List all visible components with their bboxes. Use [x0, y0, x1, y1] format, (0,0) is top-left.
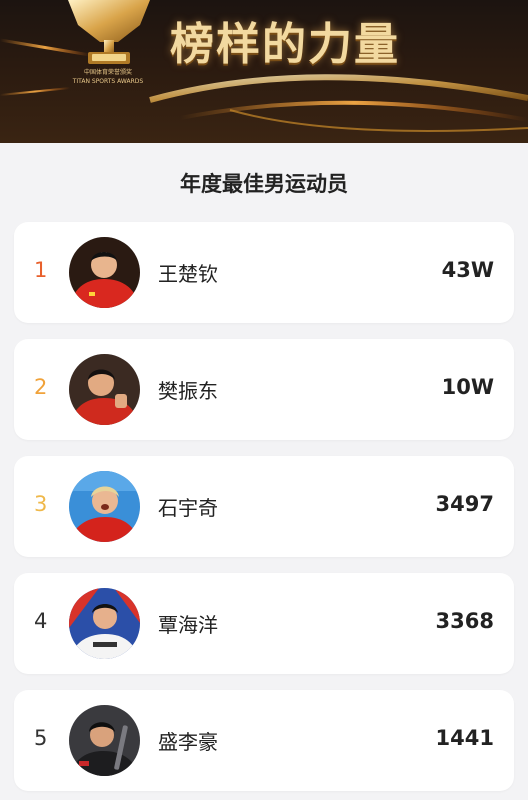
- vote-count: 1441: [435, 726, 494, 750]
- rank-number: 4: [34, 609, 48, 633]
- ranking-item-2[interactable]: 2 樊振东 10W: [14, 339, 514, 440]
- trophy-caption-cn: 中国体育荣誉颁奖: [83, 69, 132, 76]
- vote-count: 43W: [441, 258, 494, 282]
- vote-count: 3497: [435, 492, 494, 516]
- banner-title: 榜样的力量: [170, 19, 400, 70]
- section-title: 年度最佳男运动员: [180, 172, 348, 196]
- vote-count: 10W: [441, 375, 494, 399]
- rank-number: 1: [34, 258, 48, 282]
- trophy-caption-en: TITAN SPORTS AWARDS: [72, 78, 144, 85]
- ranking-item-3[interactable]: 3 石宇奇 3497: [14, 456, 514, 557]
- rank-number: 5: [34, 726, 48, 750]
- athlete-avatar: [69, 705, 140, 776]
- athlete-avatar: [69, 588, 140, 659]
- rank-number: 3: [34, 492, 48, 516]
- ranking-item-4[interactable]: 4 覃海洋 3368: [14, 573, 514, 674]
- rank-number: 2: [34, 375, 48, 399]
- athlete-avatar: [69, 237, 140, 308]
- ranking-item-5[interactable]: 5 盛李豪 1441: [14, 690, 514, 791]
- vote-count: 3368: [435, 609, 494, 633]
- athlete-name: 樊振东: [158, 379, 218, 403]
- athlete-name: 石宇奇: [158, 496, 218, 520]
- athlete-name: 盛李豪: [158, 730, 218, 754]
- award-banner: 中国体育荣誉颁奖 TITAN SPORTS AWARDS 榜样的力量: [0, 0, 528, 143]
- ranking-item-1[interactable]: 1 王楚钦 43W: [14, 222, 514, 323]
- athlete-name: 覃海洋: [158, 613, 218, 637]
- athlete-avatar: [69, 354, 140, 425]
- trophy-caption: 中国体育荣誉颁奖 TITAN SPORTS AWARDS: [62, 68, 154, 86]
- athlete-name: 王楚钦: [158, 262, 218, 286]
- athlete-avatar: [69, 471, 140, 542]
